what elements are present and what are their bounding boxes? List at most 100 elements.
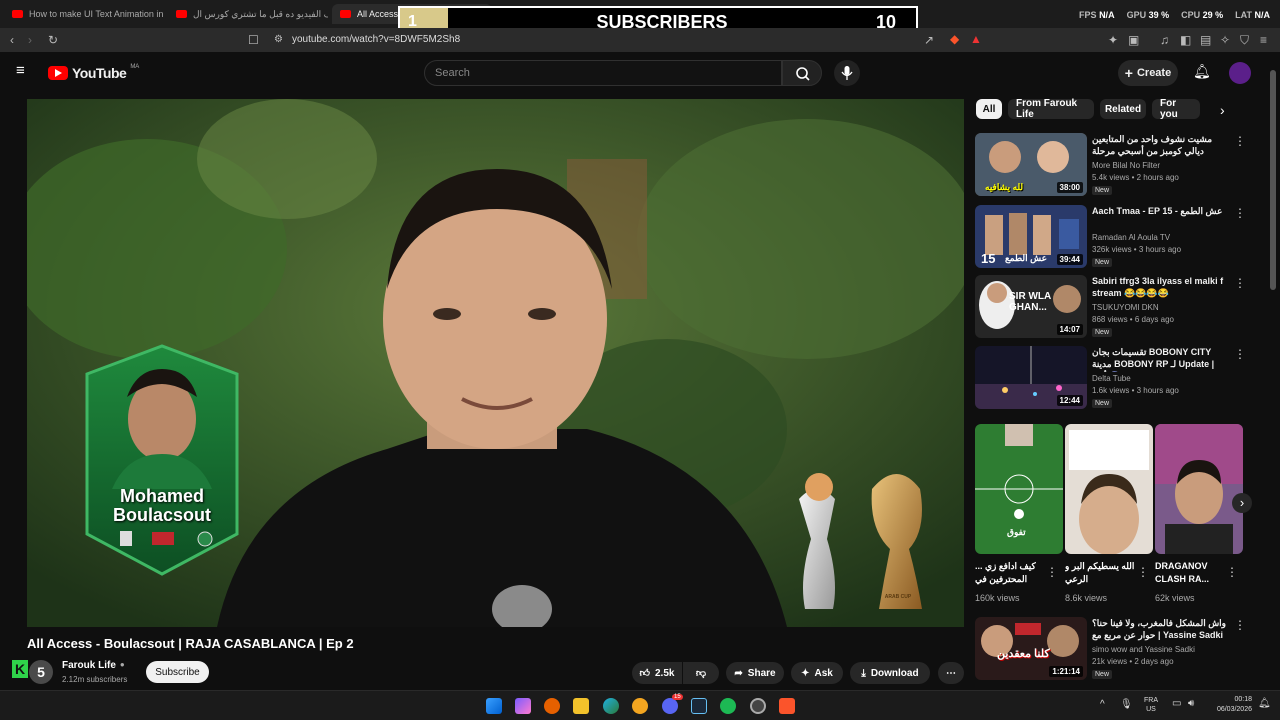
dislike-button[interactable]: 👎︎ (683, 662, 719, 684)
short-title[interactable]: DRAGANOV CLASH RA... (1155, 560, 1235, 586)
video-thumbnail[interactable]: لله يشافيه 38:00 (975, 133, 1087, 196)
back-icon[interactable]: ‹ (10, 33, 14, 47)
forward-icon[interactable]: › (28, 33, 32, 47)
notification-center-icon[interactable]: 🔔︎ (1258, 698, 1271, 709)
more-options-icon[interactable]: ⋮ (1234, 207, 1246, 219)
video-title[interactable]: واش المشكل فالمغرب، ولا فينا حنا؟ | حوار… (1092, 617, 1228, 641)
recommendation-item[interactable]: كلنا معقدين 1:21:14 واش المشكل فالمغرب، … (975, 617, 1255, 683)
recommendation-item[interactable]: 15 عش الطمع 39:44 Aach Tmaa - EP 15 - عش… (975, 205, 1255, 271)
browser-tab[interactable]: How to make UI Text Animation in Af (4, 4, 164, 24)
obs-icon[interactable] (750, 698, 766, 714)
search-input[interactable]: Search (424, 60, 782, 86)
video-title[interactable]: Sabiri tfrg3 3la ilyass el malki f strea… (1092, 275, 1228, 299)
like-button[interactable]: 👍︎ 2.5k (632, 662, 682, 684)
browser-tab[interactable]: شوف الفيديو ده قبل ما تشتري كورس ال (168, 4, 328, 24)
more-options-icon[interactable]: ⋮ (1234, 619, 1246, 631)
voice-search-button[interactable] (834, 60, 860, 86)
windows-start-icon[interactable] (486, 698, 502, 714)
recommendation-item[interactable]: SIR WLA GHAN... 14:07 Sabiri tfrg3 3la i… (975, 275, 1255, 341)
tray-overflow-icon[interactable]: ^ (1100, 699, 1105, 710)
video-title[interactable]: تقسيمات بجان BOBONY CITY مدينة BOBONY RP… (1092, 346, 1228, 372)
short-thumbnail[interactable] (1065, 424, 1153, 554)
site-settings-icon[interactable]: ⚙ (274, 33, 283, 47)
chip-related[interactable]: Related (1100, 99, 1146, 119)
steam-icon[interactable] (691, 698, 707, 714)
channel-name[interactable]: Delta Tube (1092, 374, 1131, 383)
edge-icon[interactable] (603, 698, 619, 714)
sidebar-toggle-icon[interactable]: ◧ (1180, 33, 1191, 47)
channel-name[interactable]: More Bilal No Filter (1092, 161, 1160, 170)
channel-name[interactable]: Ramadan Al Aoula TV (1092, 233, 1170, 242)
brave-shields-icon[interactable]: ◆ (950, 32, 959, 46)
extensions-icon[interactable]: ✦ (1108, 33, 1118, 47)
bookmark-icon[interactable]: ☐ (248, 33, 259, 47)
create-button[interactable]: + Create (1118, 60, 1178, 86)
short-art (1155, 424, 1243, 554)
channel-name[interactable]: simo wow and Yassine Sadki (1092, 645, 1195, 654)
vpn-icon[interactable]: ⛉ (1240, 33, 1249, 47)
video-title[interactable]: مشيت نشوف واحد من المتابعين ديالي كومبز … (1092, 133, 1228, 159)
recommendation-item[interactable]: 12:44 تقسيمات بجان BOBONY CITY مدينة BOB… (975, 346, 1255, 412)
wallet-icon[interactable]: ▤ (1200, 33, 1211, 47)
file-explorer-icon[interactable] (573, 698, 589, 714)
vpn-app-icon[interactable] (632, 698, 648, 714)
video-thumbnail[interactable]: كلنا معقدين 1:21:14 (975, 617, 1087, 680)
reload-icon[interactable]: ↻ (48, 33, 58, 47)
download-button[interactable]: ⤓ Download (850, 662, 930, 684)
clock[interactable]: 00:18 06/03/2026 (1206, 695, 1252, 715)
channel-name[interactable]: TSUKUYOMI DKN (1092, 303, 1159, 312)
short-title[interactable]: الله يسطيكم البر و الرعي (1065, 560, 1145, 586)
short-title[interactable]: كيف ادافع زي ... المحترفين في (975, 560, 1055, 586)
hamburger-menu-icon[interactable]: ≡ (16, 63, 25, 78)
more-options-icon[interactable]: ⋮ (1137, 566, 1149, 578)
video-thumbnail[interactable]: 12:44 (975, 346, 1087, 409)
browser-toolbar: ‹ › ↻ ☐ ⚙ youtube.com/watch?v=8DWF5M2Sh8… (0, 28, 1280, 52)
volume-icon[interactable]: 🔊︎ (1188, 698, 1194, 709)
recommendation-item[interactable]: لله يشافيه 38:00 مشيت نشوف واحد من المتا… (975, 133, 1255, 199)
menu-icon[interactable]: ≡ (1260, 33, 1267, 47)
subscribe-button[interactable]: Subscribe (146, 661, 209, 683)
address-bar[interactable]: ⚙ youtube.com/watch?v=8DWF5M2Sh8 (268, 31, 908, 49)
short-thumbnail[interactable]: تفوق (975, 424, 1063, 554)
shorts-next-button[interactable]: › (1232, 493, 1252, 513)
share-button[interactable]: ➦ Share (726, 662, 784, 684)
channel-avatar[interactable]: 5 (29, 660, 53, 684)
channel-info[interactable]: Farouk Life ● (62, 660, 125, 671)
extension-icon[interactable]: ▣ (1128, 33, 1139, 47)
firefox-icon[interactable] (544, 698, 560, 714)
leo-icon[interactable]: ✧ (1220, 33, 1230, 47)
notifications-bell-icon[interactable]: 🔔︎ (1193, 64, 1211, 78)
copilot-icon[interactable] (515, 698, 531, 714)
video-title[interactable]: Aach Tmaa - EP 15 - عش الطمع (1092, 205, 1228, 217)
page-scrollbar[interactable] (1270, 60, 1276, 690)
short-thumbnail[interactable] (1155, 424, 1243, 554)
youtube-logo[interactable]: YouTube MA (48, 64, 139, 81)
video-player[interactable]: Mohamed Boulacsout ARAB CUP (27, 99, 964, 627)
more-options-icon[interactable]: ⋮ (1226, 566, 1238, 578)
share-page-icon[interactable]: ↗ (924, 33, 934, 47)
network-icon[interactable]: ▭ (1172, 698, 1181, 709)
video-thumbnail[interactable]: 15 عش الطمع 39:44 (975, 205, 1087, 268)
brave-rewards-icon[interactable]: ▲ (970, 32, 982, 46)
more-options-icon[interactable]: ⋮ (1234, 277, 1246, 289)
more-options-icon[interactable]: ⋮ (1046, 566, 1058, 578)
discord-icon[interactable] (662, 698, 678, 714)
chip-from-channel[interactable]: From Farouk Life (1008, 98, 1094, 120)
video-thumbnail[interactable]: SIR WLA GHAN... 14:07 (975, 275, 1087, 338)
chip-for-you[interactable]: For you (1152, 98, 1200, 120)
more-options-icon[interactable]: ⋮ (1234, 135, 1246, 147)
search-button[interactable] (782, 60, 822, 86)
more-options-icon[interactable]: ⋮ (1234, 348, 1246, 360)
spotify-icon[interactable] (720, 698, 736, 714)
microphone-tray-icon[interactable]: 🎙︎ (1120, 699, 1133, 710)
more-actions-button[interactable]: ⋯ (938, 662, 964, 684)
brave-icon[interactable] (779, 698, 795, 714)
channel-name[interactable]: Farouk Life (62, 660, 116, 671)
chips-next-icon[interactable]: › (1220, 103, 1225, 117)
chip-all[interactable]: All (976, 99, 1002, 119)
media-icon[interactable]: ♫ (1160, 33, 1169, 47)
ask-button[interactable]: ✦ Ask (791, 662, 843, 684)
language-indicator[interactable]: FRA US (1144, 696, 1158, 714)
scrollbar-thumb[interactable] (1270, 70, 1276, 290)
account-avatar[interactable] (1229, 62, 1251, 84)
